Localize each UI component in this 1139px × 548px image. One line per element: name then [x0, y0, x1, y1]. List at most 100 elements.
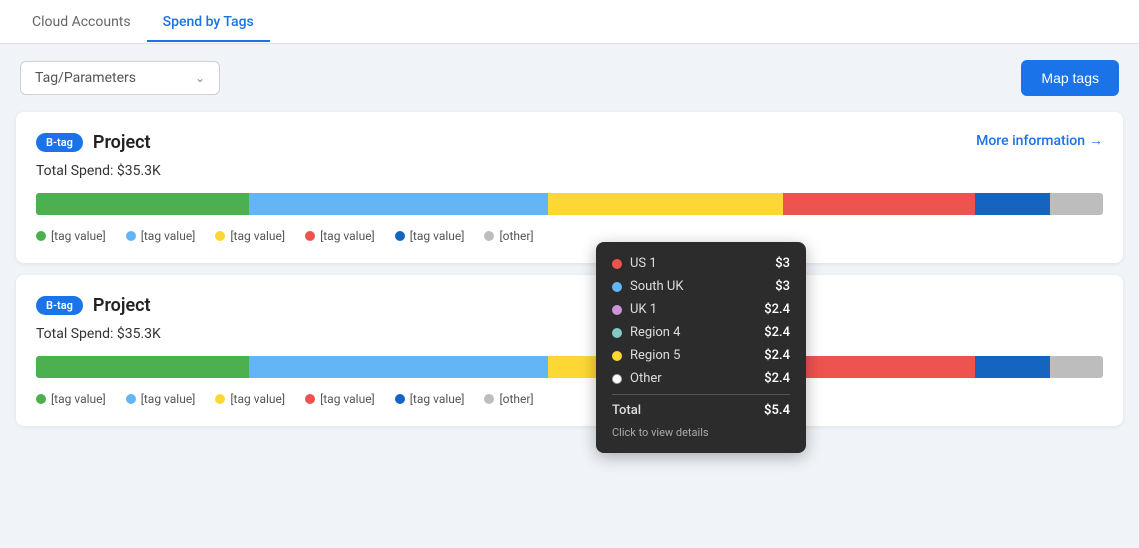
- tooltip-dot-icon: [612, 259, 622, 269]
- bar-chart-1[interactable]: [36, 193, 1103, 215]
- legend-dot-icon: [215, 231, 225, 241]
- cards-container: B-tag Project Total Spend: $35.3K [tag v…: [0, 112, 1139, 454]
- bar-segment[interactable]: [36, 356, 249, 378]
- legend-item: [tag value]: [395, 392, 465, 406]
- card-1-header: B-tag Project: [36, 132, 1103, 153]
- legend-item: [other]: [484, 392, 533, 406]
- legend-item: [tag value]: [305, 229, 375, 243]
- total-spend-label-1: Total Spend:: [36, 163, 113, 179]
- tooltip-total-row: Total$5.4: [612, 394, 790, 418]
- legend-item: [tag value]: [126, 229, 196, 243]
- project-card-1: B-tag Project Total Spend: $35.3K [tag v…: [16, 112, 1123, 263]
- tooltip-row: Other $2.4: [612, 371, 790, 386]
- bar-segment[interactable]: [975, 193, 1050, 215]
- bar-segment[interactable]: [783, 356, 975, 378]
- tooltip-click-hint[interactable]: Click to view details: [612, 426, 790, 439]
- tooltip-dot-icon: [612, 282, 622, 292]
- tooltip-item-value: $2.4: [764, 325, 790, 340]
- tooltip-item-label: Region 5: [630, 348, 681, 363]
- tooltip-popup: US 1$3South UK$3UK 1$2.4Region 4$2.4Regi…: [596, 242, 806, 453]
- tooltip-item-label: US 1: [630, 256, 657, 271]
- legend-item: [tag value]: [305, 392, 375, 406]
- legend-label: [tag value]: [51, 392, 106, 406]
- legend-dot-icon: [395, 231, 405, 241]
- total-spend-value-1: $35.3K: [117, 163, 161, 179]
- tooltip-dot-icon: [612, 305, 622, 315]
- bar-segment[interactable]: [975, 356, 1050, 378]
- dropdown-arrow-icon: ⌄: [195, 71, 205, 85]
- bar-segment[interactable]: [1050, 193, 1103, 215]
- bar-segment[interactable]: [249, 356, 548, 378]
- more-info-arrow-icon: →: [1089, 132, 1103, 149]
- tooltip-row: US 1 $3: [612, 256, 790, 271]
- tooltip-dot-icon: [612, 374, 622, 384]
- legend-label: [tag value]: [410, 229, 465, 243]
- legend-item: [tag value]: [215, 229, 285, 243]
- more-info-link-1[interactable]: More information →: [976, 132, 1103, 149]
- legend-item: [other]: [484, 229, 533, 243]
- tooltip-row: Region 4 $2.4: [612, 325, 790, 340]
- bar-segment[interactable]: [249, 193, 548, 215]
- legend-label: [tag value]: [320, 392, 375, 406]
- card-2-header: B-tag Project: [36, 295, 1103, 316]
- legend-item: [tag value]: [36, 229, 106, 243]
- legend-label: [tag value]: [410, 392, 465, 406]
- tooltip-item-value: $3: [775, 256, 790, 271]
- legend-label: [tag value]: [230, 392, 285, 406]
- tooltip-item-value: $2.4: [764, 348, 790, 363]
- legend-item: [tag value]: [395, 229, 465, 243]
- total-spend-value-2: $35.3K: [117, 326, 161, 342]
- b-tag-badge-1: B-tag: [36, 133, 83, 152]
- card-1-title: Project: [93, 132, 151, 153]
- card-2-total-spend: Total Spend: $35.3K: [36, 326, 1103, 342]
- tabs-bar: Cloud Accounts Spend by Tags: [0, 0, 1139, 44]
- legend-label: [tag value]: [51, 229, 106, 243]
- tooltip-item-label: Other: [630, 371, 662, 386]
- tooltip-item-label: UK 1: [630, 302, 657, 317]
- legend-1: [tag value] [tag value] [tag value] [tag va…: [36, 229, 1103, 243]
- tooltip-item-value: $2.4: [764, 371, 790, 386]
- project-card-2: B-tag Project Total Spend: $35.3K [tag v…: [16, 275, 1123, 426]
- tooltip-total-label: Total: [612, 403, 641, 418]
- tab-spend-by-tags[interactable]: Spend by Tags: [147, 2, 270, 42]
- legend-label: [other]: [499, 229, 533, 243]
- tooltip-item-label: Region 4: [630, 325, 681, 340]
- legend-label: [tag value]: [320, 229, 375, 243]
- bar-chart-2[interactable]: [36, 356, 1103, 378]
- bar-segment[interactable]: [1050, 356, 1103, 378]
- bar-segment[interactable]: [783, 193, 975, 215]
- tooltip-item-value: $2.4: [764, 302, 790, 317]
- map-tags-button[interactable]: Map tags: [1021, 60, 1119, 96]
- legend-dot-icon: [484, 231, 494, 241]
- legend-label: [tag value]: [141, 229, 196, 243]
- legend-dot-icon: [215, 394, 225, 404]
- b-tag-badge-2: B-tag: [36, 296, 83, 315]
- tooltip-dot-icon: [612, 351, 622, 361]
- tooltip-item-value: $3: [775, 279, 790, 294]
- legend-dot-icon: [36, 394, 46, 404]
- legend-item: [tag value]: [36, 392, 106, 406]
- tooltip-dot-icon: [612, 328, 622, 338]
- tooltip-row: South UK $3: [612, 279, 790, 294]
- dropdown-label: Tag/Parameters: [35, 70, 136, 86]
- tooltip-item-label: South UK: [630, 279, 684, 294]
- legend-item: [tag value]: [215, 392, 285, 406]
- tooltip-row: UK 1 $2.4: [612, 302, 790, 317]
- legend-dot-icon: [395, 394, 405, 404]
- legend-dot-icon: [484, 394, 494, 404]
- bar-segment[interactable]: [36, 193, 249, 215]
- legend-dot-icon: [305, 231, 315, 241]
- tag-parameters-dropdown[interactable]: Tag/Parameters ⌄: [20, 61, 220, 95]
- total-spend-label-2: Total Spend:: [36, 326, 113, 342]
- legend-dot-icon: [305, 394, 315, 404]
- tab-cloud-accounts[interactable]: Cloud Accounts: [16, 2, 147, 42]
- legend-dot-icon: [36, 231, 46, 241]
- legend-dot-icon: [126, 231, 136, 241]
- legend-label: [other]: [499, 392, 533, 406]
- bar-segment[interactable]: [548, 193, 783, 215]
- legend-dot-icon: [126, 394, 136, 404]
- legend-label: [tag value]: [141, 392, 196, 406]
- legend-item: [tag value]: [126, 392, 196, 406]
- card-2-title: Project: [93, 295, 151, 316]
- legend-label: [tag value]: [230, 229, 285, 243]
